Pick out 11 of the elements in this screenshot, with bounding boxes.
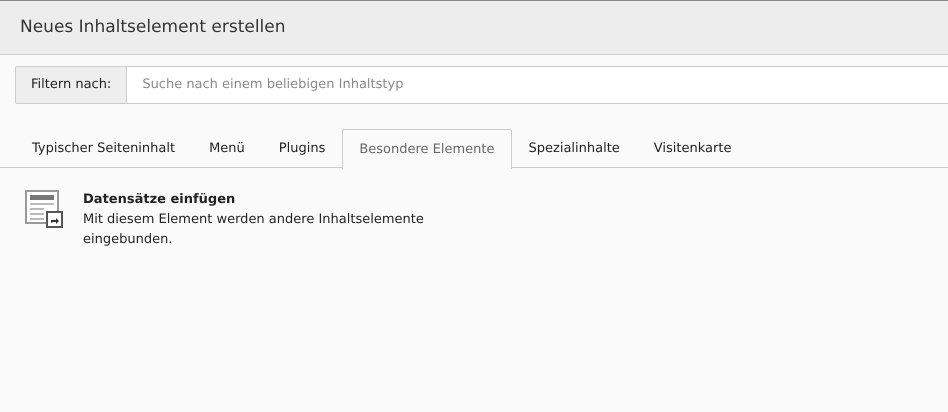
tab[interactable]: Spezialinhalte — [512, 129, 637, 168]
element-description: Mit diesem Element werden andere Inhaltselemente eingebunden. — [83, 211, 425, 249]
dialog-title: Neues Inhaltselement erstellen — [20, 16, 286, 39]
tab[interactable]: Plugins — [262, 129, 342, 168]
tab[interactable]: Besondere Elemente — [342, 129, 512, 169]
tab[interactable]: Visitenkarte — [636, 129, 748, 168]
tab[interactable]: Typischer Seiteninhalt — [15, 129, 192, 168]
search-field[interactable]: Suche nach einem beliebigen Inhaltstyp — [127, 66, 948, 104]
element-title[interactable]: Datensätze einfügen — [83, 190, 493, 210]
filter-label: Filtern nach: — [15, 66, 128, 104]
tab[interactable]: Menü — [192, 129, 262, 168]
